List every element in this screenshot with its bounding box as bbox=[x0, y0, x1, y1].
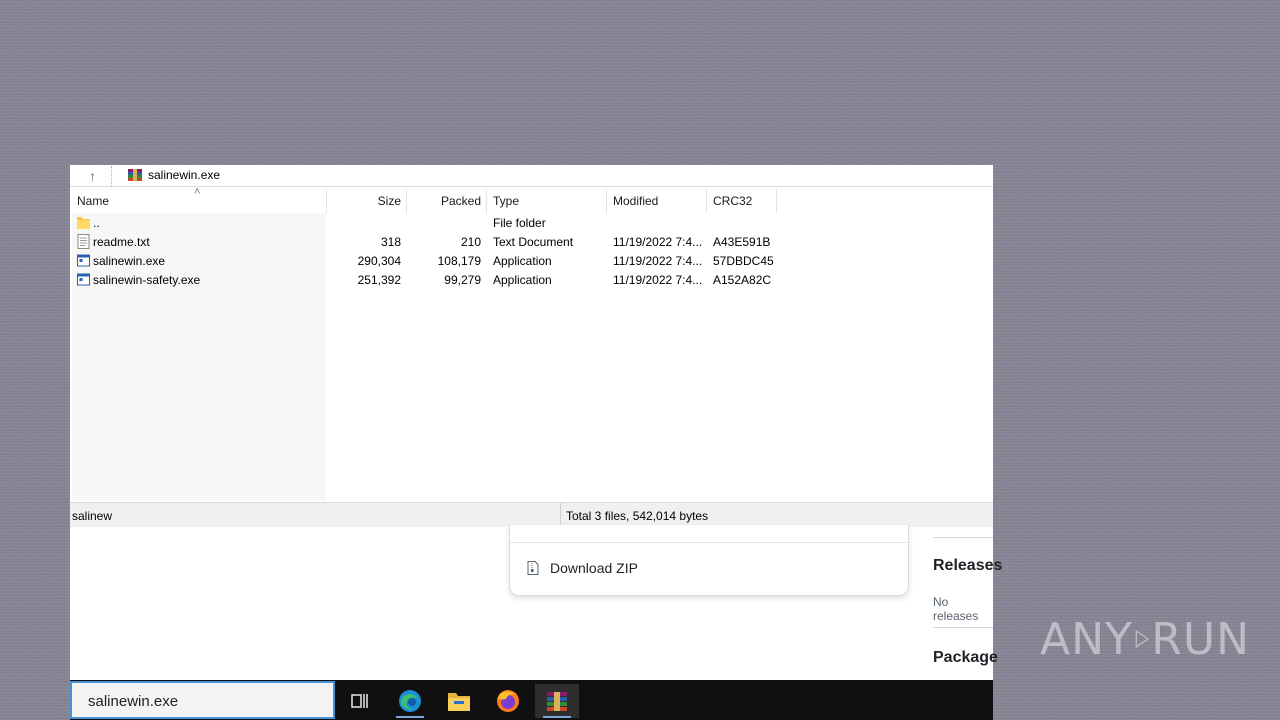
active-indicator bbox=[543, 716, 571, 718]
file-crc: 57DBDC45 bbox=[713, 254, 774, 268]
file-packed: 99,279 bbox=[444, 273, 481, 287]
anyrun-watermark: ANY RUN bbox=[1040, 608, 1250, 670]
file-row[interactable]: salinewin.exe 290,304 108,179 Applicatio… bbox=[70, 252, 993, 271]
file-type: Text Document bbox=[493, 235, 574, 249]
file-row[interactable]: salinewin-safety.exe 251,392 99,279 Appl… bbox=[70, 271, 993, 290]
play-logo-icon bbox=[1135, 629, 1150, 649]
file-row[interactable]: readme.txt 318 210 Text Document 11/19/2… bbox=[70, 233, 993, 252]
code-dropdown-panel: Download ZIP bbox=[509, 525, 909, 596]
edge-taskbar-button[interactable] bbox=[388, 684, 432, 718]
column-packed[interactable]: Packed bbox=[406, 194, 481, 208]
task-view-icon bbox=[351, 694, 368, 708]
active-indicator bbox=[396, 716, 424, 718]
file-packed: 210 bbox=[460, 235, 481, 249]
file-explorer-taskbar-button[interactable] bbox=[437, 684, 481, 718]
file-name: salinewin.exe bbox=[93, 254, 166, 268]
column-divider[interactable] bbox=[776, 189, 777, 213]
file-size: 251,392 bbox=[357, 273, 401, 287]
column-size[interactable]: Size bbox=[326, 194, 401, 208]
firefox-icon bbox=[497, 690, 519, 712]
file-size: 290,304 bbox=[357, 254, 401, 268]
text-file-icon bbox=[77, 234, 90, 249]
edge-icon bbox=[399, 690, 421, 712]
column-divider[interactable] bbox=[706, 189, 707, 213]
folder-icon bbox=[77, 217, 90, 229]
up-folder-button[interactable]: ↑ bbox=[74, 166, 112, 186]
dropdown-divider bbox=[510, 542, 908, 543]
application-icon bbox=[77, 254, 90, 267]
download-zip-button[interactable]: Download ZIP bbox=[550, 560, 638, 576]
address-bar[interactable]: ↑ salinewin.exe bbox=[70, 165, 993, 187]
browser-page-background: Download ZIP Releases No releases Packag… bbox=[70, 525, 1002, 680]
file-type: Application bbox=[493, 273, 552, 287]
file-modified: 11/19/2022 7:4... bbox=[613, 273, 703, 287]
file-size: 318 bbox=[380, 235, 401, 249]
file-name: readme.txt bbox=[93, 235, 150, 249]
firefox-taskbar-button[interactable] bbox=[486, 684, 530, 718]
file-name: .. bbox=[93, 216, 100, 230]
packages-heading[interactable]: Package bbox=[933, 649, 998, 667]
address-text: salinewin.exe bbox=[148, 168, 221, 182]
sidebar-divider bbox=[933, 627, 993, 628]
releases-heading[interactable]: Releases bbox=[933, 557, 1002, 575]
watermark-text-right: RUN bbox=[1151, 613, 1250, 665]
sidebar-divider bbox=[933, 537, 993, 538]
file-type: File folder bbox=[493, 216, 546, 230]
column-name[interactable]: Name bbox=[77, 194, 109, 208]
winrar-archive-icon bbox=[128, 169, 142, 181]
releases-subtext: No releases bbox=[933, 595, 979, 623]
status-selection: salinew bbox=[72, 509, 113, 523]
application-icon bbox=[77, 273, 90, 286]
task-view-button[interactable] bbox=[338, 684, 382, 718]
file-zip-icon bbox=[527, 561, 539, 575]
taskbar: salinewin.exe bbox=[70, 680, 993, 720]
column-modified[interactable]: Modified bbox=[613, 194, 658, 208]
column-divider[interactable] bbox=[486, 189, 487, 213]
column-crc32[interactable]: CRC32 bbox=[713, 194, 752, 208]
file-row-parent[interactable]: .. File folder bbox=[70, 214, 993, 233]
watermark-text-left: ANY bbox=[1040, 613, 1133, 665]
column-type[interactable]: Type bbox=[493, 194, 519, 208]
file-explorer-icon bbox=[448, 693, 470, 711]
column-divider[interactable] bbox=[606, 189, 607, 213]
search-input[interactable]: salinewin.exe bbox=[88, 693, 178, 710]
status-bar: salinew Total 3 files, 542,014 bytes bbox=[70, 502, 993, 527]
status-divider bbox=[560, 503, 561, 527]
file-crc: A152A82C bbox=[713, 273, 772, 287]
arrow-up-icon: ↑ bbox=[89, 168, 96, 184]
status-total: Total 3 files, 542,014 bytes bbox=[566, 509, 709, 523]
column-headers: Name Size Packed Type Modified CRC32 bbox=[70, 189, 993, 213]
taskbar-search-box[interactable]: salinewin.exe bbox=[70, 681, 335, 719]
winrar-icon bbox=[547, 692, 567, 711]
winrar-taskbar-button[interactable] bbox=[535, 684, 579, 718]
file-type: Application bbox=[493, 254, 552, 268]
winrar-window: ↑ salinewin.exe ˄ Name Size Packed Type … bbox=[70, 165, 993, 527]
file-modified: 11/19/2022 7:4... bbox=[613, 254, 703, 268]
file-name: salinewin-safety.exe bbox=[93, 273, 201, 287]
file-packed: 108,179 bbox=[437, 254, 481, 268]
file-modified: 11/19/2022 7:4... bbox=[613, 235, 703, 249]
file-crc: A43E591B bbox=[713, 235, 771, 249]
